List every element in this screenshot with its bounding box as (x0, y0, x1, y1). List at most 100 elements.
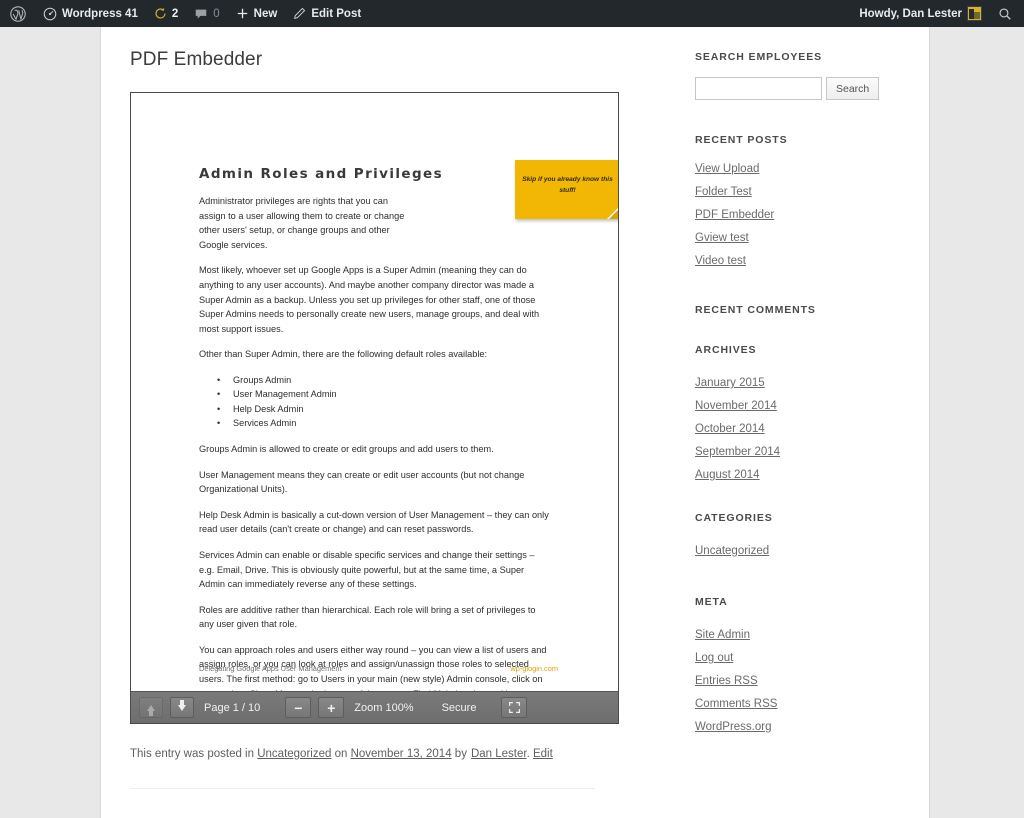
list-item: Comments RSS (695, 694, 895, 712)
adminbar-site-name-label: Wordpress 41 (62, 7, 138, 20)
sidebar-link[interactable]: PDF Embedder (695, 209, 774, 221)
archives-list: January 2015 November 2014 October 2014 … (695, 373, 895, 483)
pdf-fullscreen-button[interactable] (501, 697, 528, 718)
pdf-paragraph: Roles are additive rather than hierarchi… (199, 604, 536, 630)
sidebar-link[interactable]: September 2014 (695, 446, 780, 458)
pdf-zoom-in-button[interactable]: + (318, 697, 345, 718)
sidebar-link[interactable]: WordPress.org (695, 721, 771, 733)
pdf-embed-viewer[interactable]: Skip if you already know this stuff! Adm… (130, 92, 619, 724)
list-item: Services Admin (217, 416, 549, 431)
page-title: PDF Embedder (130, 49, 263, 70)
list-item: Log out (695, 648, 895, 666)
pdf-page-indicator: Page 1 / 10 (204, 701, 261, 714)
sidebar-link[interactable]: Site Admin (695, 629, 750, 641)
pdf-zoom-out-button[interactable]: − (285, 697, 312, 718)
plus-icon: + (327, 699, 336, 716)
list-item: October 2014 (695, 419, 895, 437)
entry-meta-by: by (454, 748, 467, 760)
wordpress-logo-icon[interactable] (0, 0, 35, 27)
entry-meta-category-link[interactable]: Uncategorized (257, 748, 331, 760)
sidebar-link[interactable]: October 2014 (695, 423, 765, 435)
widget-categories: Categories Uncategorized (695, 512, 895, 559)
pdf-footer-left: Delegating Google Apps User Management (199, 664, 342, 673)
pdf-prev-page-button[interactable] (139, 697, 163, 718)
pdf-paragraph: Administrator privileges are rights that… (199, 196, 405, 250)
content-divider (130, 788, 595, 789)
adminbar-comments[interactable]: 0 (186, 0, 227, 27)
widget-title: Recent Posts (695, 134, 788, 146)
sidebar-link[interactable]: January 2015 (695, 377, 765, 389)
adminbar-edit-label: Edit Post (311, 7, 362, 20)
entry-meta-prefix: This entry was posted in (130, 748, 255, 760)
entry-meta-period: . (526, 748, 530, 760)
list-item: Folder Test (695, 182, 895, 200)
pdf-paragraph: Other than Super Admin, there are the fo… (199, 349, 488, 360)
widget-title: Search Employees (695, 51, 823, 63)
pdf-toolbar: Page 1 / 10 − + Zoom 100% Secure (131, 691, 618, 723)
entry-meta-edit-link[interactable]: Edit (533, 748, 553, 760)
sidebar-link[interactable]: August 2014 (695, 469, 760, 481)
pdf-page-canvas: Skip if you already know this stuff! Adm… (131, 93, 618, 691)
sidebar-link[interactable]: Video test (695, 255, 746, 267)
pdf-page-footer: Delegating Google Apps User Management w… (199, 664, 558, 673)
pencil-icon (294, 7, 306, 20)
adminbar-site-name[interactable]: Wordpress 41 (35, 0, 146, 27)
adminbar-edit-post[interactable]: Edit Post (285, 0, 369, 27)
pdf-heading: Admin Roles and Privileges (199, 166, 444, 182)
list-item: January 2015 (695, 373, 895, 391)
adminbar-my-account[interactable]: Howdy, Dan Lester (851, 0, 990, 27)
sidebar-link[interactable]: Uncategorized (695, 545, 769, 557)
entry-meta-date-link[interactable]: November 13, 2014 (351, 748, 452, 760)
wordpress-logo-icon (10, 5, 26, 22)
list-item: September 2014 (695, 442, 895, 460)
minus-icon: − (294, 699, 303, 716)
comment-bubble-icon (196, 9, 207, 19)
adminbar-howdy-label: Howdy, Dan Lester (859, 7, 962, 20)
arrow-down-icon (178, 699, 186, 711)
pdf-paragraph: Groups Admin is allowed to create or edi… (199, 443, 494, 454)
entry-meta-on: on (334, 748, 348, 760)
search-button[interactable]: Search (826, 77, 880, 100)
list-item: August 2014 (695, 465, 895, 483)
pdf-paragraph: Services Admin can enable or disable spe… (199, 549, 535, 590)
meta-list: Site Admin Log out Entries RSS Comments … (695, 625, 895, 735)
adminbar-updates[interactable]: 2 (146, 0, 186, 27)
widget-recent-posts: Recent Posts View Upload Folder Test PDF… (695, 134, 895, 269)
entry-meta: This entry was posted in Uncategorized o… (130, 748, 650, 760)
widget-recent-comments: Recent Comments (695, 304, 895, 316)
list-item: Uncategorized (695, 541, 895, 559)
pdf-text-body: Skip if you already know this stuff! Adm… (199, 160, 618, 691)
sidebar-link[interactable]: Log out (695, 652, 733, 664)
sticky-note-text: Skip if you already know this stuff! (522, 176, 613, 194)
search-form: Search (695, 77, 895, 100)
widget-archives: Archives January 2015 November 2014 Octo… (695, 344, 895, 483)
sidebar-link[interactable]: Gview test (695, 232, 749, 244)
adminbar-new-content[interactable]: New (228, 0, 286, 27)
list-item: Gview test (695, 228, 895, 246)
pdf-zoom-indicator: Zoom 100% (354, 701, 414, 714)
widget-title: Recent Comments (695, 304, 816, 316)
list-item: User Management Admin (217, 387, 549, 402)
entry-meta-author-link[interactable]: Dan Lester (471, 748, 527, 760)
adminbar-new-label: New (253, 7, 278, 20)
sticky-note-fold-shadow-icon (609, 208, 618, 219)
list-item: View Upload (695, 159, 895, 177)
sidebar-link[interactable]: Entries RSS (695, 675, 758, 687)
pdf-paragraph: Help Desk Admin is basically a cut-down … (199, 509, 549, 535)
main-content-column: PDF Embedder Skip if you already know th… (130, 27, 650, 789)
list-item: WordPress.org (695, 717, 895, 735)
wp-admin-bar: Wordpress 41 2 0 New Edit Post Howdy, Da… (0, 0, 1024, 27)
pdf-next-page-button[interactable] (170, 697, 194, 718)
sidebar-link[interactable]: November 2014 (695, 400, 777, 412)
arrow-up-icon (147, 704, 155, 716)
recent-posts-list: View Upload Folder Test PDF Embedder Gvi… (695, 159, 895, 269)
sidebar-link[interactable]: View Upload (695, 163, 759, 175)
list-item: PDF Embedder (695, 205, 895, 223)
adminbar-search-button[interactable] (990, 0, 1024, 27)
search-input[interactable] (695, 77, 822, 100)
dashboard-icon (43, 7, 57, 20)
sidebar-link[interactable]: Comments RSS (695, 698, 777, 710)
sidebar-link[interactable]: Folder Test (695, 186, 752, 198)
list-item: Site Admin (695, 625, 895, 643)
sidebar: Search Employees Search Recent Posts Vie… (695, 27, 895, 740)
